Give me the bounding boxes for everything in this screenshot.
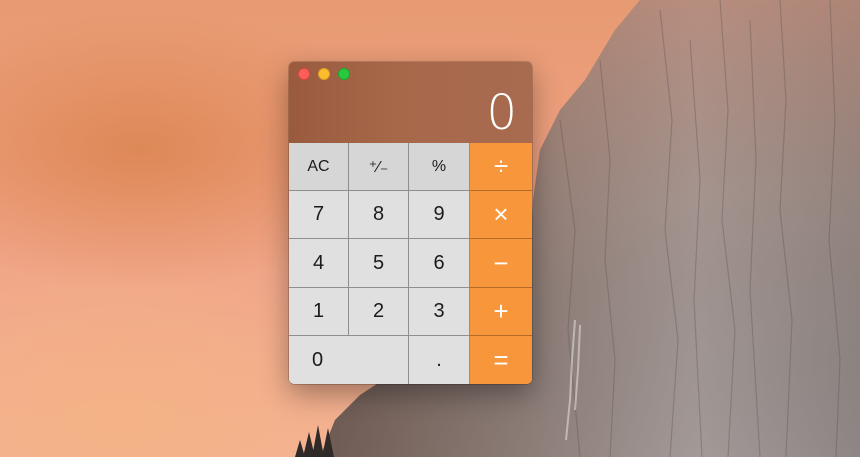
six-button[interactable]: 6	[409, 239, 470, 288]
plus-minus-button[interactable]: ⁺∕₋	[349, 143, 409, 191]
display-area: 0	[289, 62, 532, 143]
all-clear-button[interactable]: AC	[289, 143, 349, 191]
result-display: 0	[486, 85, 517, 141]
minimize-window-button[interactable]	[318, 68, 330, 80]
close-window-button[interactable]	[298, 68, 310, 80]
percent-button[interactable]: %	[409, 143, 470, 191]
multiply-button[interactable]: ×	[470, 191, 532, 239]
one-button[interactable]: 1	[289, 288, 349, 336]
subtract-button[interactable]: −	[470, 239, 532, 288]
three-button[interactable]: 3	[409, 288, 470, 336]
four-button[interactable]: 4	[289, 239, 349, 288]
nine-button[interactable]: 9	[409, 191, 470, 239]
zero-button[interactable]: 0	[289, 336, 409, 384]
decimal-button[interactable]: .	[409, 336, 470, 384]
five-button[interactable]: 5	[349, 239, 409, 288]
divide-button[interactable]: ÷	[470, 143, 532, 191]
eight-button[interactable]: 8	[349, 191, 409, 239]
seven-button[interactable]: 7	[289, 191, 349, 239]
calculator-window: 0 AC ⁺∕₋ % ÷ 7 8 9 × 4 5 6 − 1 2 3 + 0 .…	[289, 62, 532, 384]
add-button[interactable]: +	[470, 288, 532, 336]
zoom-window-button[interactable]	[338, 68, 350, 80]
two-button[interactable]: 2	[349, 288, 409, 336]
keypad: AC ⁺∕₋ % ÷ 7 8 9 × 4 5 6 − 1 2 3 + 0 . =	[289, 143, 532, 384]
equals-button[interactable]: =	[470, 336, 532, 384]
